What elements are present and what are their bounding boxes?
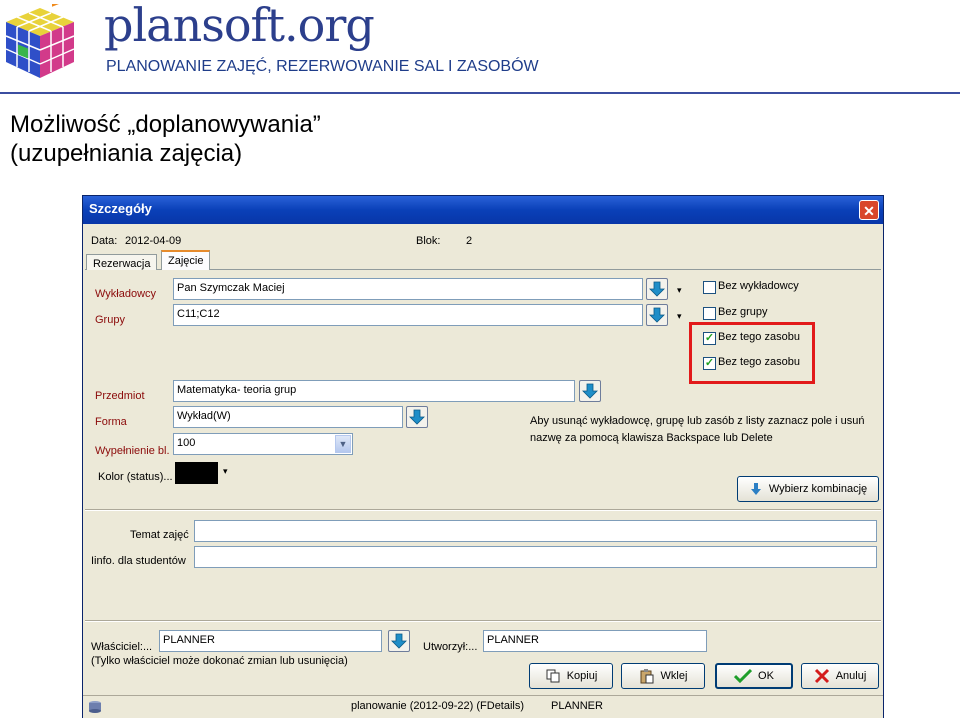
divider-2 <box>85 620 881 622</box>
slide-heading-line1: Możliwość „doplanowywania” <box>10 111 321 138</box>
groups-dropdown-icon[interactable]: ▾ <box>677 311 682 322</box>
brand-tagline: PLANOWANIE ZAJĘĆ, REZERWOWANIE SAL I ZAS… <box>106 58 539 75</box>
subject-label: Przedmiot <box>95 390 145 402</box>
form-label: Forma <box>95 416 127 428</box>
choose-combination-button[interactable]: Wybierz kombinację <box>737 476 879 502</box>
hint-text: Aby usunąć wykładowcę, grupę lub zasób z… <box>530 415 865 444</box>
color-dropdown-icon[interactable]: ▾ <box>223 466 228 477</box>
down-arrow-icon <box>649 307 665 323</box>
x-icon <box>814 668 829 684</box>
copy-button[interactable]: Kopiuj <box>529 663 613 689</box>
topic-label: Temat zajęć <box>130 529 189 541</box>
checkbox-no-lecturer[interactable] <box>703 281 716 294</box>
date-label: Data: <box>91 235 118 247</box>
slide-heading-line2: (uzupełniania zajęcia) <box>10 140 243 167</box>
fill-select[interactable]: 100 <box>173 433 353 455</box>
lecturers-label: Wykładowcy <box>95 288 157 300</box>
color-swatch[interactable] <box>175 462 218 484</box>
header-divider <box>0 92 960 94</box>
check-icon <box>734 668 753 684</box>
details-dialog: Szczegóły ✕ Data: 2012-04-09 Blok: 2 Rez… <box>82 195 884 718</box>
fill-select-chevron-icon[interactable]: ▼ <box>335 435 351 453</box>
checkbox-no-group[interactable] <box>703 307 716 320</box>
paste-button[interactable]: Wklej <box>621 663 705 689</box>
highlight-box <box>689 322 815 384</box>
subject-field[interactable]: Matematyka- teoria grup <box>173 380 575 402</box>
paste-label: Wklej <box>660 670 688 682</box>
dialog-titlebar[interactable]: Szczegóły ✕ <box>83 196 883 224</box>
lecturers-field[interactable]: Pan Szymczak Maciej <box>173 278 643 300</box>
copy-icon <box>546 669 560 683</box>
database-icon <box>89 701 101 713</box>
owner-pick-button[interactable] <box>388 630 410 652</box>
cancel-button[interactable]: Anuluj <box>801 663 879 689</box>
lecturers-pick-button[interactable] <box>646 278 668 300</box>
slide-heading: Możliwość „doplanowywania” (uzupełniania… <box>10 110 321 168</box>
down-arrow-icon <box>409 409 425 425</box>
owner-note: (Tylko właściciel może dokonać zmian lub… <box>91 655 348 667</box>
form-pick-button[interactable] <box>406 406 428 428</box>
fill-select-value: 100 <box>177 437 196 449</box>
status-user: PLANNER <box>551 700 603 712</box>
topic-field[interactable] <box>194 520 877 542</box>
groups-label: Grupy <box>95 314 125 326</box>
dialog-title: Szczegóły <box>89 201 152 216</box>
down-arrow-icon <box>391 633 407 649</box>
status-bar: planowanie (2012-09-22) (FDetails) PLANN… <box>83 695 883 718</box>
down-arrow-icon <box>649 281 665 297</box>
info-label: Iinfo. dla studentów <box>91 555 186 567</box>
rubiks-cube-logo <box>5 4 75 78</box>
lecturers-dropdown-icon[interactable]: ▾ <box>677 285 682 296</box>
fill-label: Wypełnienie bl. <box>95 445 170 457</box>
checkbox-no-lecturer-label: Bez wykładowcy <box>718 280 799 292</box>
color-label: Kolor (status)... <box>98 471 173 483</box>
ok-label: OK <box>758 670 774 682</box>
owner-field[interactable]: PLANNER <box>159 630 382 652</box>
cancel-label: Anuluj <box>835 670 867 682</box>
copy-label: Kopiuj <box>566 670 598 682</box>
divider-1 <box>85 509 881 511</box>
form-field[interactable]: Wykład(W) <box>173 406 403 428</box>
date-value: 2012-04-09 <box>125 235 182 247</box>
tab-zajecie[interactable]: Zajęcie <box>161 250 211 270</box>
tab-rezerwacja[interactable]: Rezerwacja <box>86 254 158 270</box>
groups-field[interactable]: C11;C12 <box>173 304 643 326</box>
subject-pick-button[interactable] <box>579 380 601 402</box>
groups-pick-button[interactable] <box>646 304 668 326</box>
paste-icon <box>640 669 654 684</box>
created-field[interactable]: PLANNER <box>483 630 707 652</box>
down-arrow-icon <box>582 383 598 399</box>
ok-button[interactable]: OK <box>715 663 793 689</box>
created-label: Utworzył:... <box>423 641 478 653</box>
owner-label: Właściciel:... <box>91 641 153 653</box>
info-field[interactable] <box>194 546 877 568</box>
arrow-down-icon <box>750 483 761 495</box>
checkbox-no-group-label: Bez grupy <box>718 306 768 318</box>
block-label: Blok: <box>416 235 441 247</box>
brand-name: plansoft.org <box>104 0 375 52</box>
choose-combination-label: Wybierz kombinację <box>768 483 868 495</box>
status-text: planowanie (2012-09-22) (FDetails) <box>351 700 525 712</box>
close-button[interactable]: ✕ <box>859 200 879 220</box>
block-value: 2 <box>466 235 473 247</box>
